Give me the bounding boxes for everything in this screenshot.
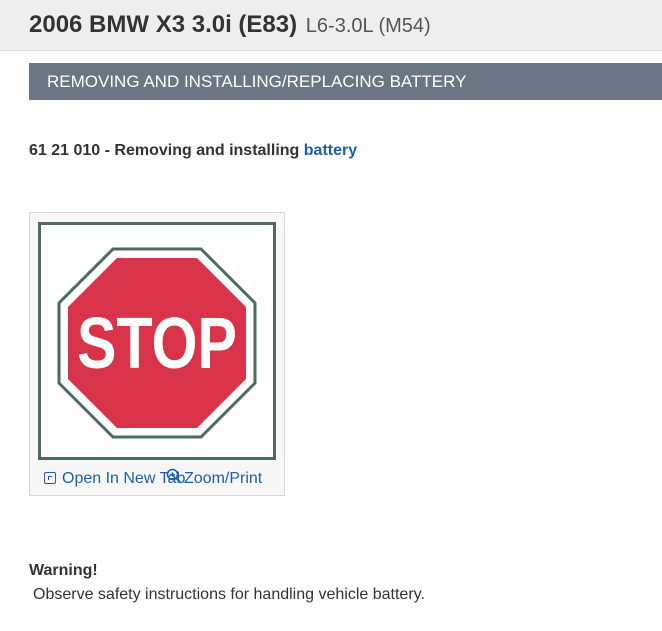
section-title: REMOVING AND INSTALLING/REPLACING BATTER… bbox=[47, 72, 467, 91]
header-bar: 2006 BMW X3 3.0i (E83) L6-3.0L (M54) bbox=[0, 0, 662, 51]
zoom-print-label: Zoom/Print bbox=[184, 470, 263, 487]
vehicle-model: 2006 BMW X3 3.0i (E83) bbox=[29, 11, 298, 38]
figure-actions: Open In New Tab Zoom/Print bbox=[44, 468, 284, 490]
warning-title: Warning! bbox=[29, 562, 98, 579]
procedure-code-text: 61 21 010 - Removing and installing bbox=[29, 142, 300, 159]
vehicle-title: 2006 BMW X3 3.0i (E83) L6-3.0L (M54) bbox=[29, 11, 431, 40]
open-new-tab-link[interactable]: Open In New Tab bbox=[44, 470, 185, 488]
battery-link[interactable]: battery bbox=[304, 142, 357, 159]
section-header: REMOVING AND INSTALLING/REPLACING BATTER… bbox=[29, 63, 662, 100]
zoom-icon bbox=[166, 468, 182, 484]
stop-sign-icon: STOP bbox=[57, 247, 257, 439]
warning-text: Observe safety instructions for handling… bbox=[33, 586, 425, 603]
procedure-heading: 61 21 010 - Removing and installing batt… bbox=[29, 142, 357, 160]
figure-card: STOP Open In New Tab Zoom/Print bbox=[29, 212, 285, 496]
open-new-tab-icon bbox=[44, 472, 56, 484]
stop-sign-text: STOP bbox=[77, 304, 237, 384]
vehicle-engine: L6-3.0L (M54) bbox=[305, 15, 431, 37]
stop-sign-figure[interactable]: STOP bbox=[38, 222, 276, 460]
